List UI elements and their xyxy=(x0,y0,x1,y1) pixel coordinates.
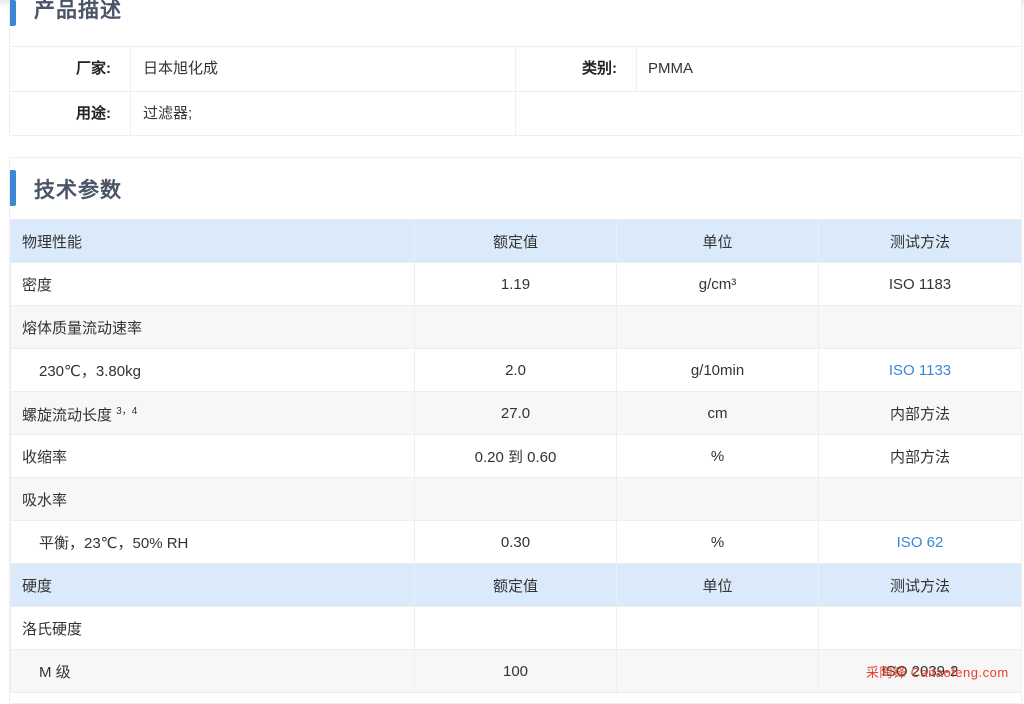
description-row: 用途: 过滤器; xyxy=(10,91,1021,136)
category-label: 类别: xyxy=(582,60,617,77)
description-grid: 厂家: 日本旭化成 类别: PMMA 用途: 过滤器; xyxy=(10,46,1021,136)
usage-value: 过滤器; xyxy=(143,105,193,122)
property-unit: g/10min xyxy=(616,348,819,392)
table-row: 收缩率 0.20 到 0.60 % 内部方法 xyxy=(10,434,1022,478)
table-row: 吸水率 xyxy=(10,477,1022,521)
method-link[interactable]: ISO 1133 xyxy=(818,348,1022,392)
property-value xyxy=(414,606,617,650)
section-accent-bar xyxy=(10,170,16,206)
category-value: PMMA xyxy=(648,60,693,77)
iso-1133-link[interactable]: ISO 1133 xyxy=(889,362,951,379)
property-value xyxy=(414,305,617,349)
property-value: 2.0 xyxy=(414,348,617,392)
property-value: 27.0 xyxy=(414,391,617,435)
property-name: 平衡，23℃，50% RH xyxy=(10,520,415,564)
column-header: 额定值 xyxy=(414,219,617,263)
property-name: 收缩率 xyxy=(10,434,415,478)
property-value: 0.20 到 0.60 xyxy=(414,434,617,478)
manufacturer-label: 厂家: xyxy=(76,60,111,77)
product-description-panel: 产品描述 厂家: 日本旭化成 类别: PMMA 用途: 过滤器; xyxy=(9,0,1022,136)
property-unit xyxy=(616,477,819,521)
property-name: 熔体质量流动速率 xyxy=(10,305,415,349)
tech-header: 技术参数 xyxy=(10,158,1021,206)
property-name: 洛氏硬度 xyxy=(10,606,415,650)
property-unit xyxy=(616,649,819,693)
table-header-row: 物理性能 额定值 单位 测试方法 xyxy=(10,219,1022,263)
column-header: 单位 xyxy=(616,563,819,607)
table-row: 螺旋流动长度 3，4 27.0 cm 内部方法 xyxy=(10,391,1022,435)
parameters-table: 物理性能 额定值 单位 测试方法 密度 1.19 g/cm³ ISO 1183 … xyxy=(10,219,1022,693)
table-row: 洛氏硬度 xyxy=(10,606,1022,650)
property-name-cell: 螺旋流动长度 3，4 xyxy=(10,391,415,435)
property-unit: % xyxy=(616,434,819,478)
description-header: 产品描述 xyxy=(10,0,1021,34)
property-unit: g/cm³ xyxy=(616,262,819,306)
tech-title: 技术参数 xyxy=(34,179,122,202)
property-value: 1.19 xyxy=(414,262,617,306)
manufacturer-value: 日本旭化成 xyxy=(143,60,219,77)
property-method xyxy=(818,305,1022,349)
property-method xyxy=(818,606,1022,650)
column-header: 测试方法 xyxy=(818,563,1022,607)
table-header-row: 硬度 额定值 单位 测试方法 xyxy=(10,563,1022,607)
property-name: 230℃，3.80kg xyxy=(10,348,415,392)
table-row: 平衡，23℃，50% RH 0.30 % ISO 62 xyxy=(10,520,1022,564)
column-header: 单位 xyxy=(616,219,819,263)
property-name: 吸水率 xyxy=(10,477,415,521)
column-header: 硬度 xyxy=(10,563,415,607)
footnote-ref: 3，4 xyxy=(116,405,138,417)
property-unit: % xyxy=(616,520,819,564)
section-accent-bar xyxy=(10,0,16,26)
usage-label: 用途: xyxy=(76,105,111,122)
property-method: 内部方法 xyxy=(818,434,1022,478)
property-method xyxy=(818,477,1022,521)
property-value: 0.30 xyxy=(414,520,617,564)
method-link[interactable]: ISO 62 xyxy=(818,520,1022,564)
property-value: 100 xyxy=(414,649,617,693)
description-row: 厂家: 日本旭化成 类别: PMMA xyxy=(10,46,1021,91)
iso-62-link[interactable]: ISO 62 xyxy=(897,534,944,551)
property-method: 内部方法 xyxy=(818,391,1022,435)
site-watermark: 采陶锋 Caitaofeng.com xyxy=(866,665,1009,680)
property-unit xyxy=(616,606,819,650)
property-value xyxy=(414,477,617,521)
technical-parameters-panel: 技术参数 物理性能 额定值 单位 测试方法 密度 1.19 g/cm³ ISO … xyxy=(9,157,1022,704)
property-name: 螺旋流动长度 xyxy=(22,406,113,424)
column-header: 额定值 xyxy=(414,563,617,607)
description-title: 产品描述 xyxy=(34,0,122,22)
property-unit xyxy=(616,305,819,349)
table-row: 熔体质量流动速率 xyxy=(10,305,1022,349)
column-header: 物理性能 xyxy=(10,219,415,263)
property-name: M 级 xyxy=(10,649,415,693)
table-row: 230℃，3.80kg 2.0 g/10min ISO 1133 xyxy=(10,348,1022,392)
property-unit: cm xyxy=(616,391,819,435)
property-name: 密度 xyxy=(10,262,415,306)
property-method: ISO 1183 xyxy=(818,262,1022,306)
table-row: 密度 1.19 g/cm³ ISO 1183 xyxy=(10,262,1022,306)
column-header: 测试方法 xyxy=(818,219,1022,263)
